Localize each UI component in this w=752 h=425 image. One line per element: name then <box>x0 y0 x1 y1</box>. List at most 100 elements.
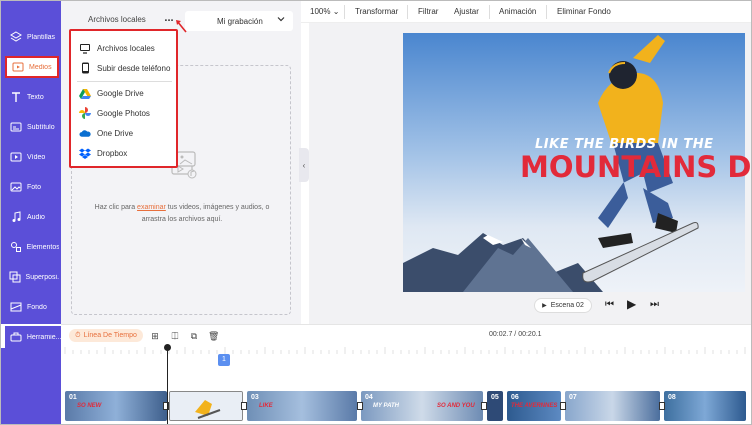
drop-instructions: Haz clic para examinar tus videos, imáge… <box>92 202 272 226</box>
recording-select[interactable]: Mi grabación <box>185 11 293 31</box>
sidebar-item-label: Fondo <box>27 303 47 311</box>
sidebar-item-label: Texto <box>27 93 44 101</box>
transition-handle[interactable] <box>357 402 363 410</box>
menu-item-label: One Drive <box>97 128 134 138</box>
sidebar-footer <box>1 348 61 424</box>
menu-item-label: Dropbox <box>97 148 128 158</box>
clip-number: 03 <box>251 394 259 401</box>
timeline-header <box>61 324 751 346</box>
timeline-clip-selected[interactable]: 02 <box>169 391 243 421</box>
clip-title: LIKE <box>259 403 273 409</box>
transition-handle[interactable] <box>241 402 247 410</box>
playhead-handle[interactable] <box>164 344 171 351</box>
music-icon <box>9 210 23 224</box>
timeline-marker[interactable]: 1 <box>218 354 230 366</box>
sidebar-item-plantillas[interactable]: Plantillas <box>5 26 59 48</box>
timeline-clip[interactable]: 08 <box>664 391 746 421</box>
menu-item-google-drive[interactable]: Google Drive <box>79 85 144 101</box>
transition-handle[interactable] <box>163 402 169 410</box>
clip-number: 07 <box>569 394 577 401</box>
menu-item-onedrive[interactable]: One Drive <box>79 125 133 141</box>
sidebar-item-label: Superposi... <box>25 273 59 281</box>
media-folder-icon <box>11 60 25 74</box>
sidebar: Plantillas Medios Texto Subtítulo Vídeo … <box>1 1 61 324</box>
filter-button[interactable]: Filtrar <box>418 7 438 16</box>
menu-item-local-files[interactable]: Archivos locales <box>79 40 155 56</box>
zoom-select[interactable]: 100% ⌄ <box>310 7 339 16</box>
split-icon[interactable]: ⎅ <box>170 331 180 341</box>
menu-item-label: Archivos locales <box>97 43 155 53</box>
sidebar-item-label: Elementos <box>26 243 59 251</box>
edit-toolbar: 100% ⌄ Transformar Filtrar Ajustar Anima… <box>301 1 751 23</box>
sidebar-item-fondo[interactable]: Fondo <box>5 296 59 318</box>
duplicate-icon[interactable]: ⧉ <box>189 331 199 341</box>
upload-source-menu: Archivos locales Subir desde teléfono Go… <box>69 29 178 168</box>
phone-icon <box>79 62 91 74</box>
toolbar-divider <box>546 5 547 19</box>
sidebar-item-label: Herramie... <box>26 333 61 341</box>
sidebar-item-medios[interactable]: Medios <box>5 56 59 78</box>
menu-item-dropbox[interactable]: Dropbox <box>79 145 127 161</box>
tab-local-files[interactable]: Archivos locales <box>88 15 146 24</box>
transform-button[interactable]: Transformar <box>355 7 398 16</box>
clip-number: 04 <box>365 394 373 401</box>
timeline-label: Línea De Tiempo <box>83 332 137 339</box>
layers-icon <box>9 30 23 44</box>
collapse-panel-button[interactable]: ‹ <box>299 148 309 182</box>
menu-item-google-photos[interactable]: Google Photos <box>79 105 150 121</box>
sidebar-item-subtitulo[interactable]: Subtítulo <box>5 116 59 138</box>
clip-title: SO AND YOU <box>437 403 475 409</box>
subtitle-icon <box>9 120 23 134</box>
menu-item-upload-phone[interactable]: Subir desde teléfono <box>79 60 170 76</box>
timeline-clip[interactable]: 05 <box>487 391 503 421</box>
onedrive-icon <box>79 127 91 139</box>
scene-button[interactable]: ▶ Escena 02 <box>534 298 592 313</box>
previous-icon[interactable]: ⏮ <box>605 299 614 310</box>
zoom-value: 100% <box>310 7 331 16</box>
clip-title: SO NEW <box>77 403 102 409</box>
playhead[interactable] <box>167 346 168 424</box>
timeline-clip[interactable]: 01 SO NEW <box>65 391 167 421</box>
photo-icon <box>9 180 23 194</box>
toolbar-divider <box>344 5 345 19</box>
sidebar-item-elementos[interactable]: Elementos <box>5 236 59 258</box>
browse-link[interactable]: examinar <box>137 204 166 211</box>
sidebar-item-texto[interactable]: Texto <box>5 86 59 108</box>
sidebar-item-herramientas[interactable]: Herramie... <box>5 326 61 348</box>
timeline-clip[interactable]: 03 LIKE <box>247 391 357 421</box>
elements-icon <box>9 240 23 254</box>
sidebar-item-video[interactable]: Vídeo <box>5 146 59 168</box>
play-icon[interactable]: ▶ <box>627 297 636 311</box>
timeline-clip[interactable]: 07 <box>565 391 660 421</box>
transition-handle[interactable] <box>481 402 487 410</box>
clip-number: 06 <box>511 394 519 401</box>
chevron-down-icon: ⌄ <box>330 7 340 16</box>
chevron-left-icon: ‹ <box>302 160 306 170</box>
adjust-button[interactable]: Ajustar <box>454 7 479 16</box>
menu-item-label: Google Photos <box>97 108 150 118</box>
overlay-icon <box>9 270 22 284</box>
clip-title: MY PATH <box>373 403 400 409</box>
add-clip-icon[interactable]: ⊞ <box>150 331 160 341</box>
menu-item-label: Google Drive <box>97 88 144 98</box>
transition-handle[interactable] <box>560 402 566 410</box>
timeline-toggle[interactable]: ⏱ Línea De Tiempo <box>69 329 143 342</box>
sidebar-item-foto[interactable]: Foto <box>5 176 59 198</box>
toolbar-divider <box>407 5 408 19</box>
animation-button[interactable]: Animación <box>499 7 536 16</box>
sidebar-item-audio[interactable]: Audio <box>5 206 59 228</box>
transition-handle[interactable] <box>659 402 665 410</box>
next-icon[interactable]: ⏭ <box>650 299 659 310</box>
overlay-text-line2[interactable]: MOUNTAINS DO <box>520 150 752 184</box>
menu-divider <box>77 81 172 82</box>
sidebar-item-label: Audio <box>27 213 45 221</box>
sidebar-item-label: Subtítulo <box>27 123 55 131</box>
clip-number: 05 <box>491 394 499 401</box>
toolbar-divider <box>489 5 490 19</box>
sidebar-item-label: Medios <box>29 63 52 71</box>
remove-background-button[interactable]: Eliminar Fondo <box>557 7 611 16</box>
timeline-clip[interactable]: 06 THE AVERNNES <box>507 391 561 421</box>
delete-icon[interactable]: 🗑 <box>208 331 219 341</box>
text-icon <box>9 90 23 104</box>
sidebar-item-superposiciones[interactable]: Superposi... <box>5 266 59 288</box>
